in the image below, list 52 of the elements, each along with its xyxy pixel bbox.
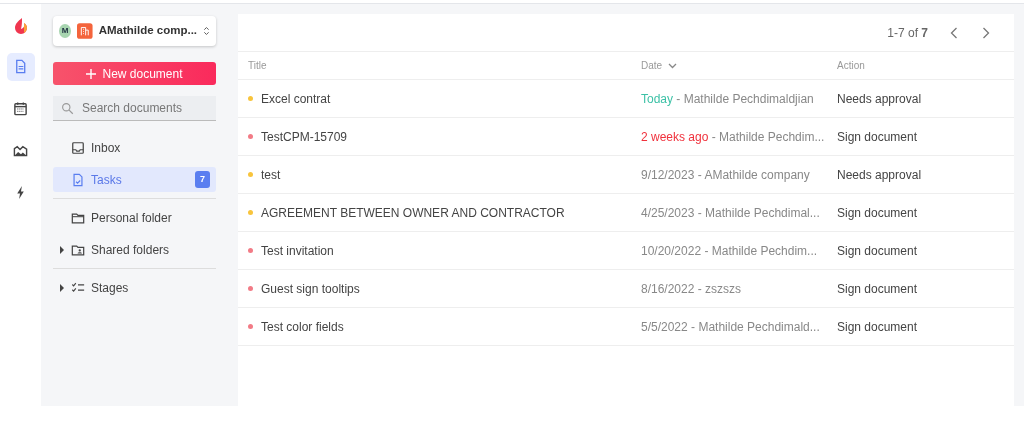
sidebar-item[interactable]: Shared folders: [53, 237, 216, 262]
search-field[interactable]: Search documents: [53, 96, 216, 121]
inbox-icon: [71, 140, 85, 155]
column-header: Action: [837, 59, 865, 73]
date-cell-text: 9/12/2023 - AMathilde company: [641, 166, 810, 184]
sidebar-item[interactable]: Inbox: [53, 135, 216, 160]
action-cell-text: Sign document: [837, 242, 918, 260]
date-cell-text: 2 weeks ago - Mathilde Pechdim...: [641, 128, 825, 146]
document-title[interactable]: AGREEMENT BETWEEN OWNER AND CONTRACTOR: [261, 203, 565, 222]
column-header: Title: [248, 59, 267, 73]
sidebar-item[interactable]: Tasks 7: [53, 167, 216, 192]
sort-icon: [203, 25, 210, 37]
calendar-icon: [13, 101, 28, 117]
action-cell-text: Needs approval: [837, 166, 922, 184]
pagination-text: 1-7 of 7: [887, 24, 928, 42]
document-title[interactable]: TestCPM-15709: [261, 127, 348, 146]
action-cell-text: Sign document: [837, 204, 918, 222]
building-icon: [77, 22, 93, 40]
workspace-selector[interactable]: M AMathilde comp...: [53, 16, 216, 46]
plus-icon: [86, 68, 97, 79]
date-cell-text: 10/20/2022 - Mathilde Pechdim...: [641, 242, 818, 260]
document-title[interactable]: Excel contrat: [261, 89, 331, 108]
landscape-icon: [13, 143, 28, 159]
count-badge: 7: [195, 170, 210, 189]
workspace-name: AMathilde comp...: [98, 23, 198, 39]
action-cell-text: Sign document: [837, 128, 918, 146]
sidebar-item[interactable]: Personal folder: [53, 205, 216, 230]
caret-right-icon[interactable]: [59, 245, 65, 254]
previous-page-button[interactable]: [948, 26, 960, 39]
document-title[interactable]: test: [261, 165, 281, 184]
document-title[interactable]: Guest sign tooltips: [261, 279, 360, 298]
avatar: M: [59, 24, 72, 38]
action-cell-text: Needs approval: [837, 90, 922, 108]
shared-folder-icon: [71, 242, 85, 257]
date-cell-text: Today - Mathilde Pechdimaldjian: [641, 90, 814, 108]
date-cell-text: 4/25/2023 - Mathilde Pechdimal...: [641, 204, 820, 222]
document-title[interactable]: Test invitation: [261, 241, 334, 260]
action-cell-text: Sign document: [837, 280, 918, 298]
logo-icon: [12, 16, 29, 35]
next-page-button[interactable]: [980, 26, 992, 39]
new-document-button[interactable]: New document: [53, 62, 216, 85]
folder-icon: [71, 210, 85, 225]
date-cell-text: 5/5/2022 - Mathilde Pechdimald...: [641, 318, 820, 336]
date-cell-text: 8/16/2022 - zszszs: [641, 280, 742, 298]
document-title[interactable]: Test color fields: [261, 317, 344, 336]
chevron-down-icon: [668, 62, 678, 69]
document-icon: [13, 59, 28, 75]
caret-right-icon[interactable]: [59, 283, 65, 292]
sidebar-item[interactable]: Stages: [53, 275, 216, 300]
action-cell-text: Sign document: [837, 318, 918, 336]
checklist-icon: [71, 280, 85, 295]
task-document-icon: [71, 172, 85, 187]
